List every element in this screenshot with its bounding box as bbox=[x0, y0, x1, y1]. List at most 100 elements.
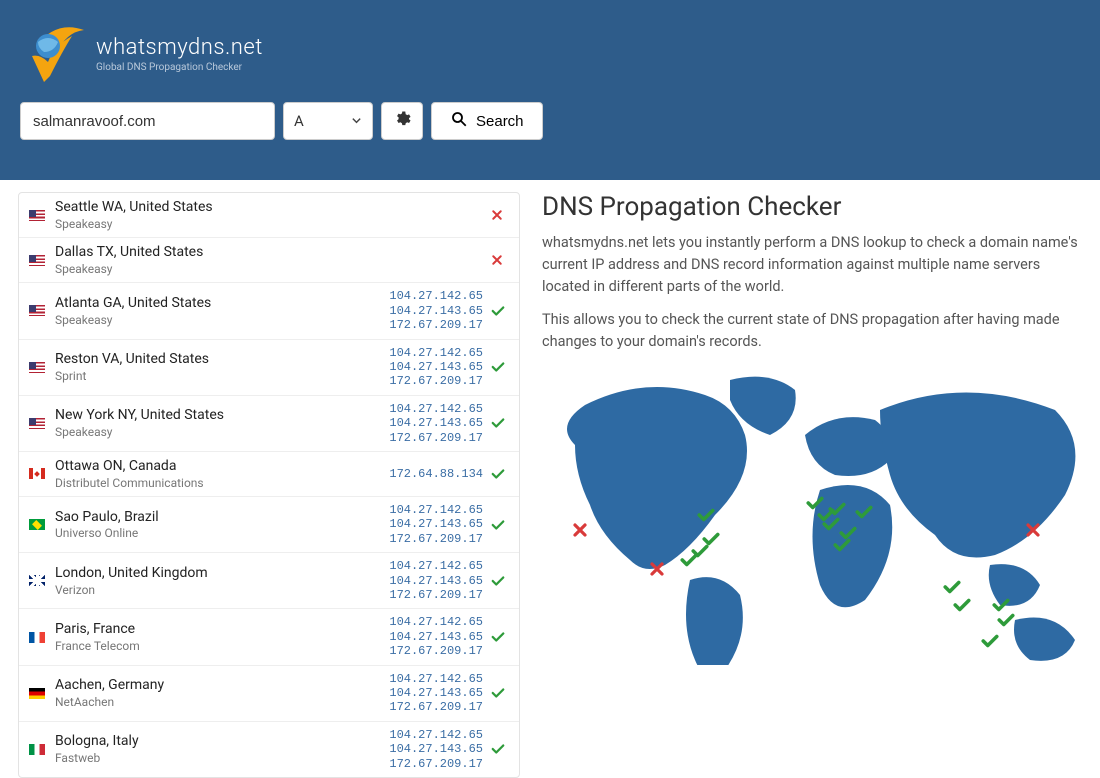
result-row[interactable]: Reston VA, United StatesSprint104.27.142… bbox=[19, 340, 519, 396]
flag-icon bbox=[29, 744, 45, 755]
location-isp: Fastweb bbox=[55, 751, 389, 765]
record-type-select[interactable]: A bbox=[283, 102, 373, 140]
result-row[interactable]: Sao Paulo, BrazilUniverso Online104.27.1… bbox=[19, 497, 519, 553]
search-button[interactable]: Search bbox=[431, 102, 543, 140]
check-icon bbox=[491, 686, 509, 700]
brand-name: whatsmydns.net bbox=[96, 35, 263, 60]
result-row[interactable]: New York NY, United StatesSpeakeasy104.2… bbox=[19, 396, 519, 452]
ip-address: 104.27.142.65 bbox=[389, 289, 483, 303]
panel-paragraph-1: whatsmydns.net lets you instantly perfor… bbox=[542, 232, 1088, 297]
flag-icon bbox=[29, 688, 45, 699]
result-row[interactable]: Ottawa ON, CanadaDistributel Communicati… bbox=[19, 452, 519, 497]
ip-address: 104.27.142.65 bbox=[389, 503, 483, 517]
header: whatsmydns.net Global DNS Propagation Ch… bbox=[0, 0, 1100, 180]
ip-list: 172.64.88.134 bbox=[389, 467, 483, 481]
logo-text: whatsmydns.net Global DNS Propagation Ch… bbox=[96, 35, 263, 73]
ip-address: 172.67.209.17 bbox=[389, 431, 483, 445]
logo-mark-icon bbox=[26, 24, 86, 84]
world-map[interactable] bbox=[542, 365, 1088, 665]
results-list: Seattle WA, United StatesSpeakeasy Dallas… bbox=[18, 192, 520, 778]
record-type-selected: A bbox=[294, 112, 304, 130]
ip-address: 104.27.142.65 bbox=[389, 615, 483, 629]
result-row[interactable]: Seattle WA, United StatesSpeakeasy bbox=[19, 193, 519, 238]
ip-list: 104.27.142.65104.27.143.65172.67.209.17 bbox=[389, 559, 483, 602]
logo[interactable]: whatsmydns.net Global DNS Propagation Ch… bbox=[20, 14, 1080, 102]
search-label: Search bbox=[476, 113, 524, 130]
ip-address: 104.27.143.65 bbox=[389, 686, 483, 700]
ip-address: 104.27.143.65 bbox=[389, 416, 483, 430]
map-marker-check-icon[interactable] bbox=[833, 536, 851, 554]
ip-address: 172.67.209.17 bbox=[389, 757, 483, 771]
flag-icon bbox=[29, 362, 45, 373]
result-row[interactable]: Aachen, GermanyNetAachen104.27.142.65104… bbox=[19, 666, 519, 722]
location-city: Ottawa ON, Canada bbox=[55, 458, 389, 475]
map-marker-check-icon[interactable] bbox=[828, 500, 846, 518]
flag-icon bbox=[29, 468, 45, 479]
map-marker-check-icon[interactable] bbox=[981, 632, 999, 650]
location: Bologna, ItalyFastweb bbox=[55, 733, 389, 765]
gear-icon bbox=[393, 110, 411, 132]
map-marker-check-icon[interactable] bbox=[702, 530, 720, 548]
map-marker-cross-icon[interactable] bbox=[1025, 522, 1041, 538]
location-isp: Speakeasy bbox=[55, 262, 483, 276]
check-icon bbox=[491, 518, 509, 532]
result-row[interactable]: Bologna, ItalyFastweb104.27.142.65104.27… bbox=[19, 722, 519, 777]
location-isp: Sprint bbox=[55, 369, 389, 383]
search-form: A Search bbox=[20, 102, 1080, 158]
check-icon bbox=[491, 467, 509, 481]
ip-list: 104.27.142.65104.27.143.65172.67.209.17 bbox=[389, 346, 483, 389]
location: Paris, FranceFrance Telecom bbox=[55, 621, 389, 653]
location: Atlanta GA, United StatesSpeakeasy bbox=[55, 295, 389, 327]
check-icon bbox=[491, 574, 509, 588]
flag-icon bbox=[29, 418, 45, 429]
ip-address: 172.67.209.17 bbox=[389, 532, 483, 546]
map-marker-check-icon[interactable] bbox=[855, 503, 873, 521]
ip-address: 104.27.143.65 bbox=[389, 574, 483, 588]
map-marker-cross-icon[interactable] bbox=[572, 522, 588, 538]
location-isp: Speakeasy bbox=[55, 217, 483, 231]
location: Dallas TX, United StatesSpeakeasy bbox=[55, 244, 483, 276]
location-city: New York NY, United States bbox=[55, 407, 389, 424]
flag-icon bbox=[29, 632, 45, 643]
location-city: Atlanta GA, United States bbox=[55, 295, 389, 312]
result-row[interactable]: Dallas TX, United StatesSpeakeasy bbox=[19, 238, 519, 283]
ip-address: 104.27.143.65 bbox=[389, 360, 483, 374]
ip-list: 104.27.142.65104.27.143.65172.67.209.17 bbox=[389, 503, 483, 546]
panel-paragraph-2: This allows you to check the current sta… bbox=[542, 309, 1088, 353]
ip-list: 104.27.142.65104.27.143.65172.67.209.17 bbox=[389, 672, 483, 715]
settings-button[interactable] bbox=[381, 102, 423, 140]
location: Aachen, GermanyNetAachen bbox=[55, 677, 389, 709]
map-marker-check-icon[interactable] bbox=[953, 596, 971, 614]
result-row[interactable]: London, United KingdomVerizon104.27.142.… bbox=[19, 553, 519, 609]
flag-icon bbox=[29, 305, 45, 316]
check-icon bbox=[491, 304, 509, 318]
map-marker-check-icon[interactable] bbox=[997, 611, 1015, 629]
ip-list: 104.27.142.65104.27.143.65172.67.209.17 bbox=[389, 615, 483, 658]
result-row[interactable]: Atlanta GA, United StatesSpeakeasy104.27… bbox=[19, 283, 519, 339]
map-marker-check-icon[interactable] bbox=[697, 506, 715, 524]
ip-address: 104.27.142.65 bbox=[389, 402, 483, 416]
cross-icon bbox=[491, 254, 509, 266]
location-city: Dallas TX, United States bbox=[55, 244, 483, 261]
ip-address: 104.27.143.65 bbox=[389, 517, 483, 531]
map-marker-cross-icon[interactable] bbox=[649, 561, 665, 577]
location-city: London, United Kingdom bbox=[55, 565, 389, 582]
check-icon bbox=[491, 416, 509, 430]
location-isp: Universo Online bbox=[55, 526, 389, 540]
ip-list: 104.27.142.65104.27.143.65172.67.209.17 bbox=[389, 728, 483, 771]
location-city: Sao Paulo, Brazil bbox=[55, 509, 389, 526]
domain-input[interactable] bbox=[20, 102, 275, 140]
ip-address: 104.27.142.65 bbox=[389, 346, 483, 360]
map-marker-check-icon[interactable] bbox=[943, 578, 961, 596]
panel-title: DNS Propagation Checker bbox=[542, 192, 1088, 222]
content: Seattle WA, United StatesSpeakeasy Dallas… bbox=[0, 180, 1100, 778]
ip-address: 172.67.209.17 bbox=[389, 700, 483, 714]
ip-address: 104.27.142.65 bbox=[389, 672, 483, 686]
ip-list: 104.27.142.65104.27.143.65172.67.209.17 bbox=[389, 289, 483, 332]
flag-icon bbox=[29, 210, 45, 221]
location: Seattle WA, United StatesSpeakeasy bbox=[55, 199, 483, 231]
check-icon bbox=[491, 742, 509, 756]
ip-address: 104.27.143.65 bbox=[389, 304, 483, 318]
result-row[interactable]: Paris, FranceFrance Telecom104.27.142.65… bbox=[19, 609, 519, 665]
ip-address: 172.67.209.17 bbox=[389, 374, 483, 388]
